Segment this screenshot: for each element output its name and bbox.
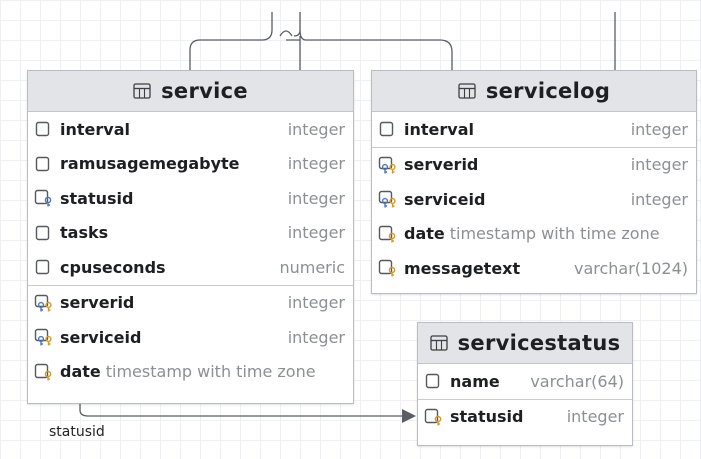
column-group: serverid integer serviceid integer date … <box>28 286 353 390</box>
column-group: statusid integer <box>418 400 632 435</box>
primary-key-icon <box>34 363 54 381</box>
column-name: date <box>404 224 445 244</box>
relationship-label: statusid <box>49 424 105 440</box>
column-row[interactable]: serverid integer <box>372 148 696 183</box>
column-type: integer <box>287 293 345 313</box>
column-type: numeric <box>279 257 345 277</box>
connector-statusid <box>79 404 404 417</box>
column-name: serverid <box>60 293 135 313</box>
column-group: serverid integer serviceid integer date … <box>372 148 696 286</box>
table-grid-icon <box>133 83 151 99</box>
column-row[interactable]: interval integer <box>28 112 353 147</box>
column-group: name varchar(64) <box>418 364 632 400</box>
column-type: varchar(1024) <box>573 258 688 278</box>
column-name: serviceid <box>60 327 142 347</box>
column-type: integer <box>287 188 345 208</box>
table-title: servicelog <box>485 79 611 103</box>
table-header[interactable]: servicelog <box>372 71 696 112</box>
table-servicestatus[interactable]: servicestatus name varchar(64) statusid … <box>417 322 633 446</box>
column-type: integer <box>566 407 624 427</box>
column-name: statusid <box>450 407 524 427</box>
column-name: cpuseconds <box>60 257 166 277</box>
column-name: serviceid <box>404 189 486 209</box>
column-type: integer <box>630 119 688 139</box>
column-name: name <box>450 371 500 391</box>
column-row[interactable]: statusid integer <box>418 400 632 435</box>
column-row[interactable]: statusid integer <box>28 181 353 216</box>
column-row[interactable]: tasks integer <box>28 216 353 251</box>
primary-key-icon <box>424 408 444 426</box>
column-row[interactable]: date timestamp with time zone <box>372 217 696 252</box>
primary-foreign-key-icon <box>34 328 54 346</box>
primary-key-icon <box>378 225 398 243</box>
column-type: integer <box>287 223 345 243</box>
column-icon <box>378 120 398 138</box>
primary-foreign-key-icon <box>378 190 398 208</box>
column-icon <box>34 258 54 276</box>
column-row[interactable]: interval integer <box>372 112 696 147</box>
column-name: statusid <box>60 188 134 208</box>
table-grid-icon <box>458 83 476 99</box>
column-name: date <box>60 362 101 382</box>
column-name: interval <box>404 119 474 139</box>
foreign-key-icon <box>34 189 54 207</box>
column-icon <box>424 372 444 390</box>
column-type: integer <box>287 327 345 347</box>
column-type: integer <box>630 189 688 209</box>
column-row[interactable]: date timestamp with time zone <box>28 355 353 390</box>
primary-key-icon <box>378 259 398 277</box>
column-type: integer <box>287 119 345 139</box>
column-icon <box>34 224 54 242</box>
column-name: tasks <box>60 223 109 243</box>
column-row[interactable]: cpuseconds numeric <box>28 250 353 285</box>
column-row[interactable]: ramusagemegabyte integer <box>28 147 353 182</box>
column-type: timestamp with time zone <box>105 362 316 382</box>
column-type: integer <box>630 155 688 175</box>
column-type: timestamp with time zone <box>449 224 660 244</box>
column-row[interactable]: serviceid integer <box>372 182 696 217</box>
table-title: service <box>161 79 248 103</box>
table-service[interactable]: service interval integer ramusagemegabyt… <box>27 70 354 404</box>
connector-service-right <box>293 12 453 72</box>
table-header[interactable]: servicestatus <box>418 323 632 364</box>
column-row[interactable]: serviceid integer <box>28 320 353 355</box>
column-row[interactable]: serverid integer <box>28 286 353 321</box>
column-icon <box>34 155 54 173</box>
column-row[interactable]: messagetext varchar(1024) <box>372 251 696 286</box>
connector-service-left <box>189 12 273 72</box>
column-type: varchar(64) <box>530 371 624 391</box>
column-icon <box>34 120 54 138</box>
column-name: ramusagemegabyte <box>60 154 240 174</box>
arrowhead-icon <box>402 409 416 423</box>
primary-foreign-key-icon <box>378 156 398 174</box>
table-grid-icon <box>429 335 448 351</box>
table-header[interactable]: service <box>28 71 353 112</box>
table-title: servicestatus <box>457 331 621 355</box>
column-row[interactable]: name varchar(64) <box>418 364 632 399</box>
column-name: messagetext <box>404 258 521 278</box>
primary-foreign-key-icon <box>34 294 54 312</box>
table-servicelog[interactable]: servicelog interval integer serverid int… <box>371 70 697 294</box>
column-name: interval <box>60 119 130 139</box>
column-group: interval integer <box>372 112 696 148</box>
column-group: interval integer ramusagemegabyte intege… <box>28 112 353 286</box>
column-name: serverid <box>404 155 479 175</box>
column-type: integer <box>287 154 345 174</box>
